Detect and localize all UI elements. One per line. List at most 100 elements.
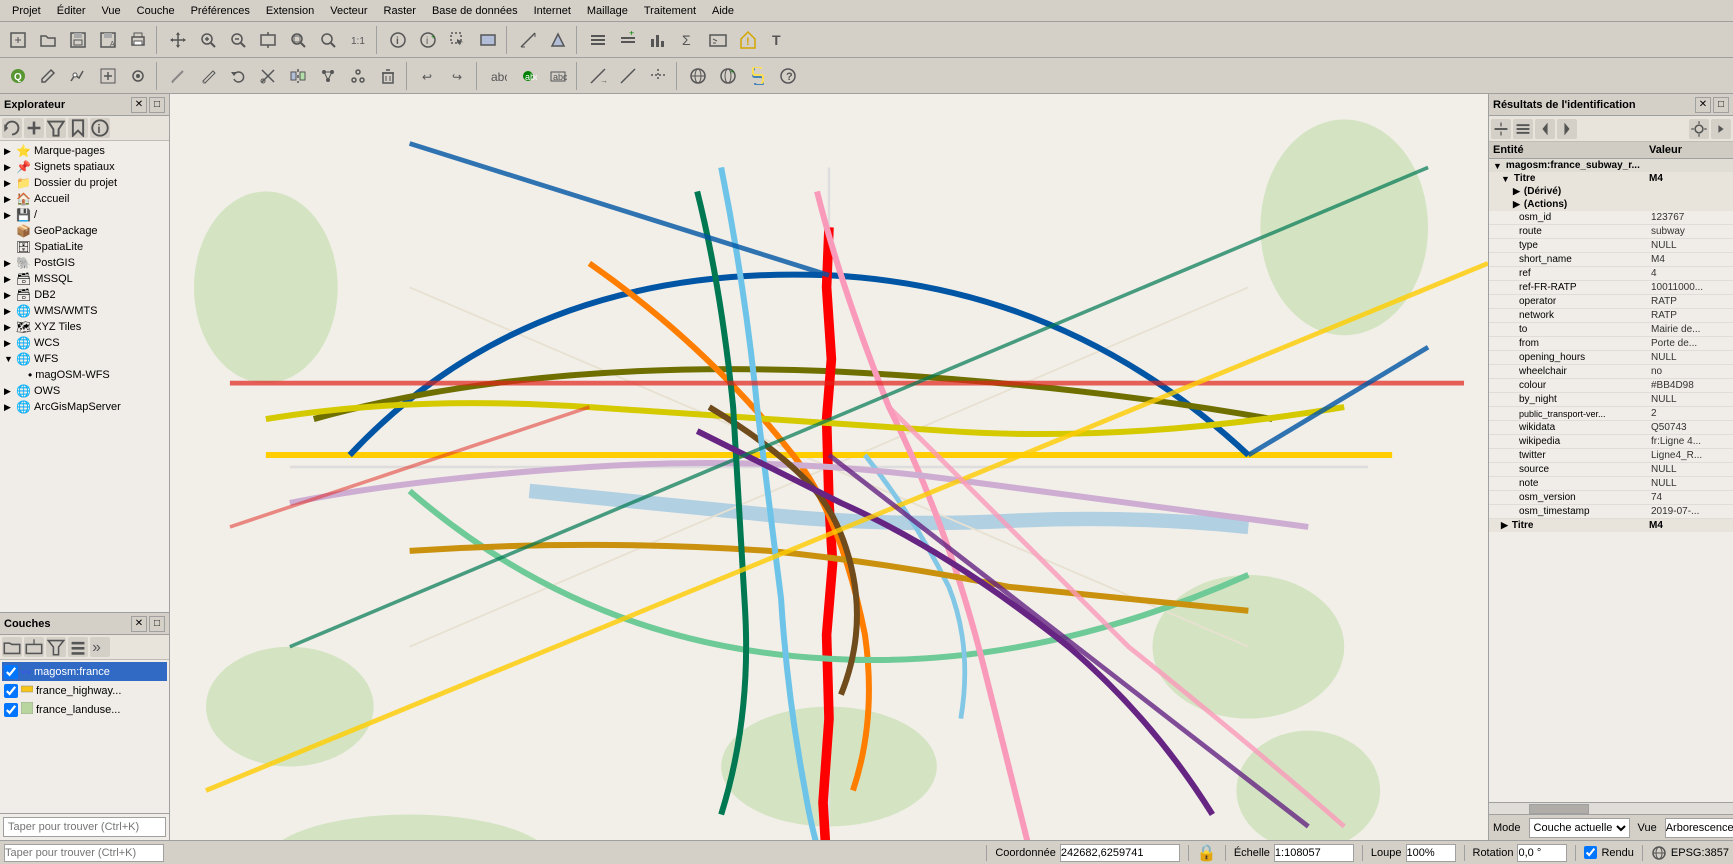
layer-checkbox-landuse[interactable] [4, 703, 18, 717]
menu-internet[interactable]: Internet [526, 3, 579, 19]
layers-float-btn[interactable]: □ [149, 616, 165, 632]
menu-extension[interactable]: Extension [258, 3, 322, 19]
tree-item-spatialite[interactable]: ▶ 🗄 SpatiaLite [2, 239, 167, 255]
id-row-note[interactable]: note NULL [1489, 477, 1733, 491]
id-titre-footer[interactable]: ▶ Titre M4 [1489, 519, 1733, 532]
id-row-short-name[interactable]: short_name M4 [1489, 253, 1733, 267]
layer-item-magosm[interactable]: 〰 magosm:france [2, 662, 167, 681]
layers-add-btn[interactable] [24, 637, 44, 657]
layers-settings-btn[interactable] [68, 637, 88, 657]
tree-item-dossier[interactable]: ▶ 📁 Dossier du projet [2, 175, 167, 191]
id-feature-root[interactable]: ▼ magosm:france_subway_r... [1489, 159, 1733, 172]
id-derive-section[interactable]: ▶ (Dérivé) [1489, 185, 1733, 198]
horiz-scrollbar-thumb[interactable] [1529, 804, 1589, 814]
id-row-colour[interactable]: colour #BB4D98 [1489, 379, 1733, 393]
explorer-float-btn[interactable]: □ [149, 97, 165, 113]
tips-button[interactable]: ! [734, 26, 762, 54]
id-row-osm-id[interactable]: osm_id 123767 [1489, 211, 1733, 225]
zoom-native-button[interactable]: 1:1 [344, 26, 372, 54]
python-button[interactable] [744, 62, 772, 90]
id-row-type[interactable]: type NULL [1489, 239, 1733, 253]
id-row-from[interactable]: from Porte de... [1489, 337, 1733, 351]
measure-button[interactable] [514, 26, 542, 54]
vue-input[interactable] [1665, 818, 1733, 838]
tree-item-arcgis[interactable]: ▶ 🌐 ArcGisMapServer [2, 399, 167, 415]
explorer-add-btn[interactable] [24, 118, 44, 138]
zoom-out-button[interactable] [224, 26, 252, 54]
vertex-tool-button[interactable] [314, 62, 342, 90]
pencil-button[interactable] [194, 62, 222, 90]
id-settings-btn[interactable] [1689, 119, 1709, 139]
scale-input[interactable] [1274, 844, 1354, 862]
id-row-ref-fr-ratp[interactable]: ref-FR-RATP 10011000... [1489, 281, 1733, 295]
id-prev-btn[interactable] [1535, 119, 1555, 139]
loupe-input[interactable] [1406, 844, 1456, 862]
layers-filter-btn[interactable] [46, 637, 66, 657]
select-rect-button[interactable] [474, 26, 502, 54]
save-as-button[interactable]: A [94, 26, 122, 54]
right-horiz-scrollbar[interactable] [1489, 802, 1733, 814]
layer-info-button[interactable] [584, 26, 612, 54]
brush-button[interactable] [164, 62, 192, 90]
id-row-wheelchair[interactable]: wheelchair no [1489, 365, 1733, 379]
id-collapse-btn[interactable] [1513, 119, 1533, 139]
diag-button[interactable]: → [584, 62, 612, 90]
id-next-btn[interactable] [1557, 119, 1577, 139]
label-config-button[interactable]: abc [484, 62, 512, 90]
menu-vue[interactable]: Vue [94, 3, 129, 19]
restore-button[interactable]: ↩ [414, 62, 442, 90]
menu-raster[interactable]: Raster [376, 3, 424, 19]
node-tool-button[interactable] [344, 62, 372, 90]
help-button[interactable]: ? [774, 62, 802, 90]
tree-item-wms[interactable]: ▶ 🌐 WMS/WMTS [2, 303, 167, 319]
statistics-button[interactable] [644, 26, 672, 54]
right-float-btn[interactable]: □ [1713, 97, 1729, 113]
search-bottom-input[interactable] [4, 844, 164, 862]
save-project-button[interactable] [64, 26, 92, 54]
pan-button[interactable] [164, 26, 192, 54]
new-layer-button[interactable]: + [614, 26, 642, 54]
tree-item-ows[interactable]: ▶ 🌐 OWS [2, 383, 167, 399]
tree-item-postgis[interactable]: ▶ 🐘 PostGIS [2, 255, 167, 271]
layers-close-btn[interactable]: ✕ [131, 616, 147, 632]
id-actions-section[interactable]: ▶ (Actions) [1489, 198, 1733, 211]
layer-item-highway[interactable]: france_highway... [2, 681, 167, 700]
capture-button[interactable] [124, 62, 152, 90]
identify-button[interactable]: i [384, 26, 412, 54]
id-row-to[interactable]: to Mairie de... [1489, 323, 1733, 337]
id-row-opening-hours[interactable]: opening_hours NULL [1489, 351, 1733, 365]
tree-item-marque-pages[interactable]: ▶ ⭐ Marque-pages [2, 143, 167, 159]
id-titre-section[interactable]: ▼ Titre M4 [1489, 172, 1733, 185]
tree-item-db2[interactable]: ▶ 🗃 DB2 [2, 287, 167, 303]
map-area[interactable] [170, 94, 1488, 840]
id-row-by-night[interactable]: by_night NULL [1489, 393, 1733, 407]
id-expand-btn[interactable] [1491, 119, 1511, 139]
diag3-button[interactable] [644, 62, 672, 90]
tree-item-magosm-wfs[interactable]: ▶ • magOSM-WFS [2, 367, 167, 383]
zoom-layer-button[interactable] [284, 26, 312, 54]
id-row-osm-version[interactable]: osm_version 74 [1489, 491, 1733, 505]
identification-table[interactable]: ▼ magosm:france_subway_r... ▼ Titre M4 ▶… [1489, 159, 1733, 802]
menu-couche[interactable]: Couche [129, 3, 183, 19]
globe-button1[interactable] [684, 62, 712, 90]
tree-item-geopackage[interactable]: ▶ 📦 GeoPackage [2, 223, 167, 239]
mode-select[interactable]: Couche actuelle [1529, 818, 1630, 838]
sum-button[interactable]: Σ [674, 26, 702, 54]
render-checkbox[interactable] [1584, 846, 1597, 859]
epsg-item[interactable]: EPSG:3857 [1651, 845, 1729, 861]
add-feature-button[interactable] [94, 62, 122, 90]
undo-button[interactable] [224, 62, 252, 90]
explorer-bookmark-btn[interactable] [68, 118, 88, 138]
tree-item-signets[interactable]: ▶ 📌 Signets spatiaux [2, 159, 167, 175]
select-button[interactable] [444, 26, 472, 54]
globe-button2[interactable]: + [714, 62, 742, 90]
label3-button[interactable]: abc [544, 62, 572, 90]
tree-item-wfs[interactable]: ▼ 🌐 WFS [2, 351, 167, 367]
layers-more-btn[interactable]: » [90, 637, 110, 657]
id-row-osm-timestamp[interactable]: osm_timestamp 2019-07-... [1489, 505, 1733, 519]
right-close-btn[interactable]: ✕ [1695, 97, 1711, 113]
identify2-button[interactable]: i+ [414, 26, 442, 54]
id-row-route[interactable]: route subway [1489, 225, 1733, 239]
id-menu-btn[interactable] [1711, 119, 1731, 139]
tree-item-mssql[interactable]: ▶ 🗃 MSSQL [2, 271, 167, 287]
